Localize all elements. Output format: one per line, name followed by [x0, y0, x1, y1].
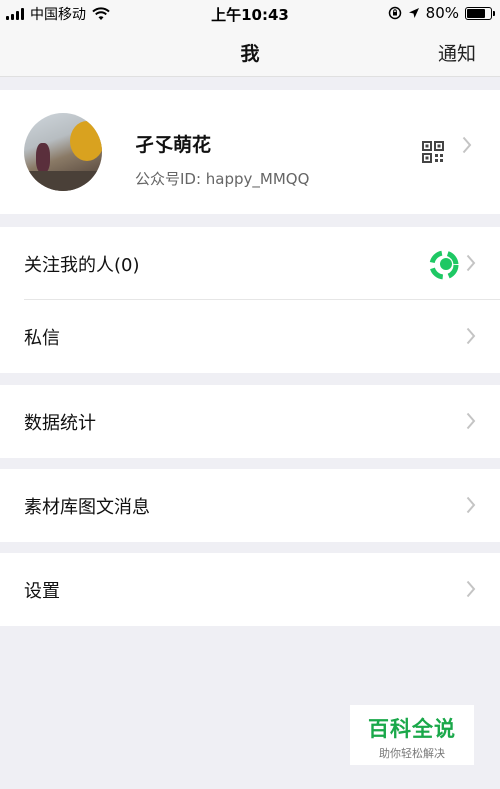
watermark-logo: 百科全说 助你轻松解决: [350, 705, 474, 765]
list-item-statistics[interactable]: 数据统计: [0, 385, 500, 458]
chevron-right-icon: [462, 136, 472, 154]
profile-account-id: 公众号ID: happy_MMQQ: [135, 170, 310, 188]
chevron-right-icon: [466, 412, 476, 430]
statistics-label: 数据统计: [24, 413, 96, 434]
battery-percent: 80%: [425, 4, 459, 22]
avatar[interactable]: [24, 113, 102, 191]
status-right: 80%: [388, 4, 495, 22]
watermark-title: 百科全说: [368, 717, 456, 741]
list-item-followers[interactable]: 关注我的人(0): [0, 227, 500, 300]
chevron-right-icon: [466, 254, 476, 272]
avatar-shape: [36, 143, 50, 173]
chevron-right-icon: [466, 327, 476, 345]
battery-icon: [465, 6, 495, 20]
avatar-shape: [24, 171, 102, 191]
battery-fill: [467, 8, 486, 18]
chevron-right-icon: [466, 580, 476, 598]
followers-label: 关注我的人(0): [24, 255, 140, 276]
page-title: 我: [240, 43, 260, 65]
settings-label: 设置: [24, 581, 60, 602]
avatar-shape: [70, 121, 102, 161]
list-item-messages[interactable]: 私信: [0, 300, 500, 373]
loading-spinner-icon: [429, 250, 459, 280]
list-item-material-library[interactable]: 素材库图文消息: [0, 469, 500, 542]
chevron-right-icon: [466, 496, 476, 514]
watermark-subtitle: 助你轻松解决: [379, 747, 445, 760]
messages-label: 私信: [24, 328, 60, 349]
nav-bar: 我 通知: [0, 27, 500, 77]
location-icon: [408, 8, 419, 18]
material-library-label: 素材库图文消息: [24, 497, 150, 518]
notifications-button[interactable]: 通知: [438, 39, 476, 66]
list-item-settings[interactable]: 设置: [0, 553, 500, 626]
qr-code-icon[interactable]: [422, 141, 444, 163]
status-bar: 中国移动 上午10:43 80%: [0, 0, 500, 27]
lock-rotation-icon: [388, 6, 401, 20]
profile-name: 孑孓萌花: [135, 134, 212, 156]
